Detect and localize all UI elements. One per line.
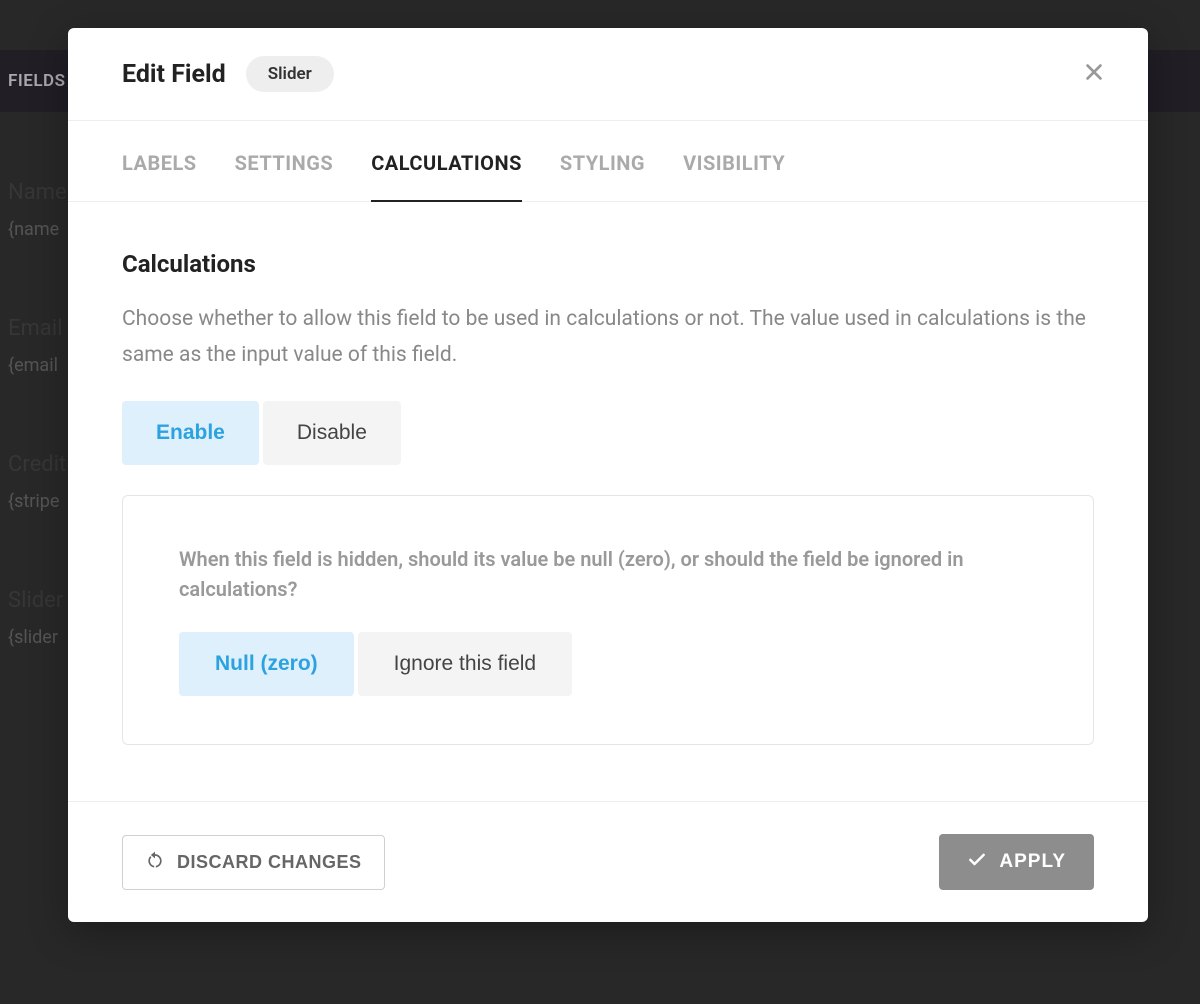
discard-label: DISCARD CHANGES [177, 852, 362, 873]
enable-button[interactable]: Enable [122, 401, 259, 465]
section-title: Calculations [122, 250, 1094, 278]
hidden-behavior-panel: When this field is hidden, should its va… [122, 495, 1094, 745]
modal-footer: DISCARD CHANGES APPLY [68, 801, 1148, 922]
hidden-behavior-toggle: Null (zero) Ignore this field [179, 632, 572, 696]
enable-disable-toggle: Enable Disable [122, 401, 401, 465]
tab-styling[interactable]: STYLING [560, 121, 645, 201]
modal-tabs: LABELS SETTINGS CALCULATIONS STYLING VIS… [68, 121, 1148, 202]
tab-settings[interactable]: SETTINGS [235, 121, 334, 201]
close-button[interactable] [1080, 60, 1108, 88]
tab-visibility[interactable]: VISIBILITY [683, 121, 785, 201]
hidden-behavior-question: When this field is hidden, should its va… [179, 544, 999, 604]
discard-changes-button[interactable]: DISCARD CHANGES [122, 835, 385, 890]
apply-label: APPLY [999, 851, 1066, 873]
disable-button[interactable]: Disable [263, 401, 401, 465]
undo-icon [145, 850, 165, 875]
modal-title: Edit Field [122, 60, 226, 89]
null-zero-button[interactable]: Null (zero) [179, 632, 354, 696]
modal-header: Edit Field Slider [68, 28, 1148, 121]
section-description: Choose whether to allow this field to be… [122, 302, 1092, 373]
tab-calculations[interactable]: CALCULATIONS [371, 121, 522, 201]
close-icon [1083, 61, 1105, 87]
apply-button[interactable]: APPLY [939, 834, 1094, 890]
tab-labels[interactable]: LABELS [122, 121, 197, 201]
modal-body: Calculations Choose whether to allow thi… [68, 202, 1148, 801]
ignore-field-button[interactable]: Ignore this field [358, 632, 572, 696]
check-icon [967, 849, 987, 875]
edit-field-modal: Edit Field Slider LABELS SETTINGS CALCUL… [68, 28, 1148, 922]
field-type-badge: Slider [246, 56, 334, 92]
